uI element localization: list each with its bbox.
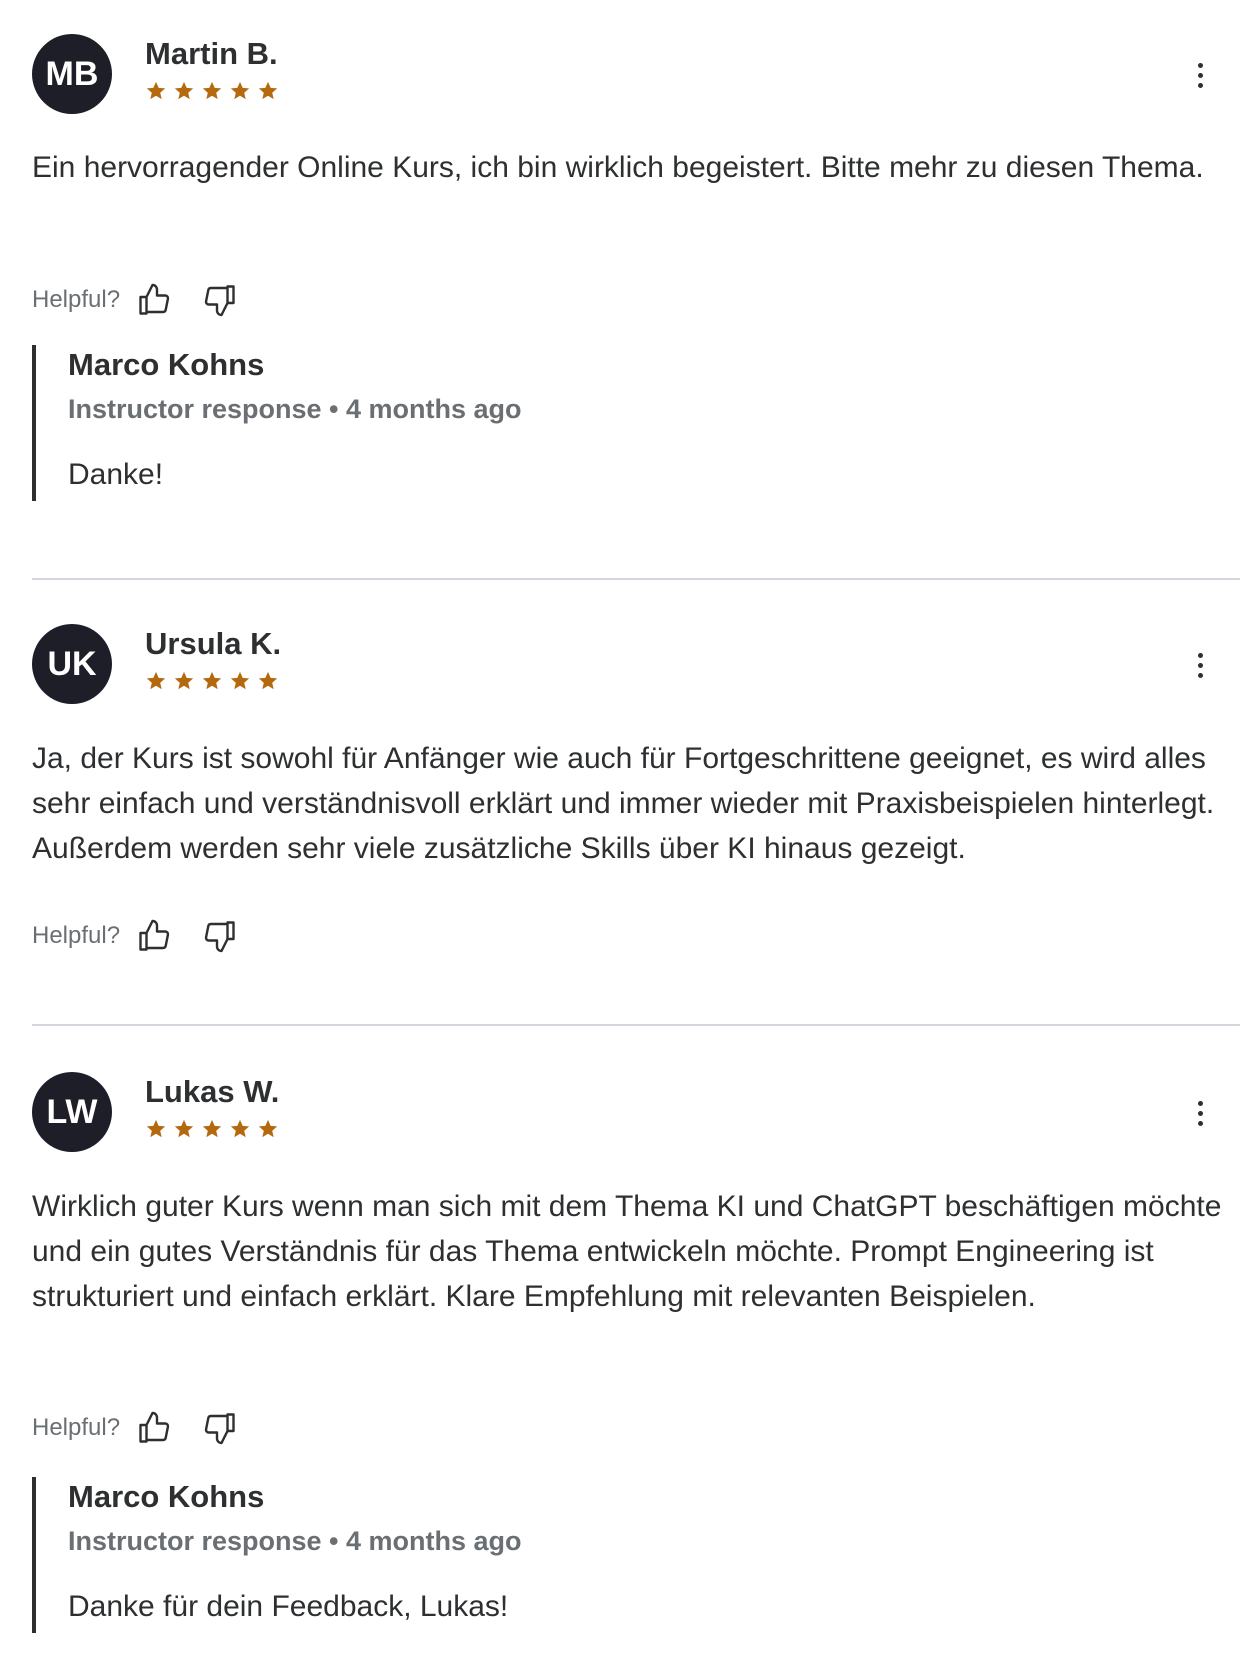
response-meta: Instructor response • 4 months ago — [68, 394, 522, 424]
star-icon — [258, 81, 278, 100]
divider — [32, 1024, 1240, 1026]
star-icon — [230, 671, 250, 690]
responder-name: Marco Kohns — [68, 1479, 265, 1514]
avatar: UK — [32, 624, 112, 704]
more-vertical-icon[interactable] — [1185, 1093, 1215, 1133]
response-meta: Instructor response • 4 months ago — [68, 1526, 522, 1556]
review-item: LW Lukas W. Wirklich guter Kurs wenn man… — [32, 1072, 1240, 1672]
instructor-response: Marco Kohns Instructor response • 4 mont… — [32, 1477, 968, 1633]
review-item: MB Martin B. Ein hervorragender Online K… — [32, 34, 1240, 534]
response-text: Danke für dein Feedback, Lukas! — [68, 1590, 509, 1623]
helpful-label: Helpful? — [32, 1414, 121, 1441]
more-vertical-icon[interactable] — [1185, 645, 1215, 685]
star-icon — [202, 81, 222, 100]
thumbs-down-icon[interactable] — [200, 280, 240, 320]
star-icon — [202, 1119, 222, 1138]
star-icon — [258, 1119, 278, 1138]
response-text: Danke! — [68, 458, 164, 491]
star-icon — [146, 1119, 166, 1138]
star-rating — [145, 1118, 279, 1140]
star-icon — [174, 1119, 194, 1138]
reviewer-name: Ursula K. — [145, 626, 282, 661]
star-icon — [230, 1119, 250, 1138]
helpful-row: Helpful? — [32, 1408, 266, 1448]
star-rating — [145, 670, 279, 692]
thumbs-up-icon[interactable] — [134, 280, 174, 320]
review-item: UK Ursula K. Ja, der Kurs ist sowohl für… — [32, 624, 1240, 1004]
helpful-label: Helpful? — [32, 922, 121, 949]
review-text: Ja, der Kurs ist sowohl für Anfänger wie… — [32, 742, 1215, 865]
helpful-row: Helpful? — [32, 916, 266, 956]
helpful-row: Helpful? — [32, 280, 266, 320]
divider — [32, 578, 1240, 580]
thumbs-down-icon[interactable] — [200, 1408, 240, 1448]
review-text: Ein hervorragender Online Kurs, ich bin … — [32, 151, 1204, 184]
star-icon — [146, 81, 166, 100]
thumbs-down-icon[interactable] — [200, 916, 240, 956]
star-icon — [258, 671, 278, 690]
star-icon — [230, 81, 250, 100]
responder-name: Marco Kohns — [68, 347, 265, 382]
reviewer-name: Lukas W. — [145, 1074, 280, 1109]
reviews-list: MB Martin B. Ein hervorragender Online K… — [0, 0, 1246, 1680]
reviewer-name: Martin B. — [145, 36, 278, 71]
star-rating — [145, 80, 279, 102]
star-icon — [174, 81, 194, 100]
star-icon — [202, 671, 222, 690]
star-icon — [174, 671, 194, 690]
helpful-label: Helpful? — [32, 286, 121, 313]
avatar: MB — [32, 34, 112, 114]
star-icon — [146, 671, 166, 690]
thumbs-up-icon[interactable] — [134, 1408, 174, 1448]
more-vertical-icon[interactable] — [1185, 55, 1215, 95]
instructor-response: Marco Kohns Instructor response • 4 mont… — [32, 345, 968, 501]
avatar: LW — [32, 1072, 112, 1152]
thumbs-up-icon[interactable] — [134, 916, 174, 956]
review-text: Wirklich guter Kurs wenn man sich mit de… — [32, 1190, 1222, 1313]
